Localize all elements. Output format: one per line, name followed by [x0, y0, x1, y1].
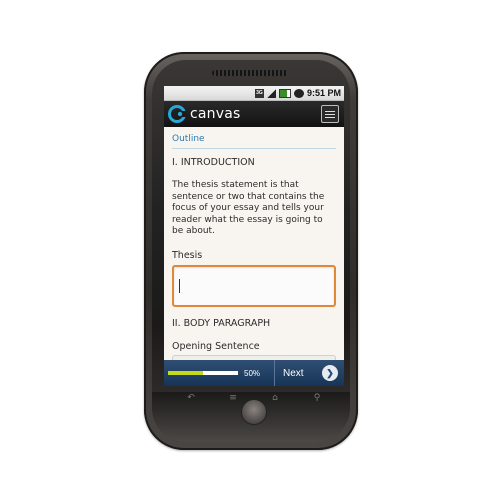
progress-indicator: 50%: [164, 369, 274, 378]
clock-icon: [293, 88, 304, 98]
instruction-paragraph: The thesis statement is that sentence or…: [172, 180, 325, 237]
text-caret: [179, 278, 180, 293]
outline-title: Outline: [172, 127, 336, 149]
next-label: Next: [283, 367, 304, 379]
thesis-label: Thesis: [172, 249, 203, 261]
section-heading-introduction: I. INTRODUCTION: [172, 157, 255, 168]
thesis-input[interactable]: [172, 264, 336, 307]
progress-percent: 50%: [244, 368, 261, 378]
battery-icon: [278, 88, 291, 98]
chevron-right-icon: ❯: [322, 365, 338, 381]
bottom-bar: 50% Next ❯: [164, 360, 344, 386]
network-3g-icon: 3G: [254, 88, 264, 98]
menu-button[interactable]: [321, 105, 339, 123]
next-button[interactable]: Next ❯: [275, 365, 344, 381]
canvas-logo-icon: [168, 105, 186, 123]
outline-content: Outline I. INTRODUCTION The thesis state…: [164, 127, 344, 371]
signal-icon: [266, 88, 276, 98]
back-icon[interactable]: ↶: [184, 393, 198, 403]
section-heading-body-paragraph: II. BODY PARAGRAPH: [172, 317, 271, 329]
speaker-grille: [212, 70, 288, 76]
home-icon[interactable]: ⌂: [268, 393, 282, 403]
menu-icon-line: [325, 113, 335, 115]
app-bar: canvas: [164, 101, 344, 127]
menu-icon[interactable]: ≡: [226, 393, 240, 403]
opening-sentence-label: Opening Sentence: [172, 340, 260, 352]
search-icon[interactable]: ⚲: [310, 393, 324, 403]
hardware-keys: ↶ ≡ ⌂ ⚲: [170, 391, 338, 405]
progress-fill: [168, 371, 203, 375]
progress-track: [168, 371, 238, 375]
menu-icon-line: [325, 116, 335, 118]
menu-icon-line: [325, 110, 335, 112]
brand-name: canvas: [190, 106, 241, 122]
phone-screen: 3G 9:51 PM canvas Outline I. INTRODUCTIO…: [164, 86, 344, 386]
status-bar: 3G 9:51 PM: [164, 86, 344, 101]
status-time: 9:51 PM: [306, 88, 341, 98]
